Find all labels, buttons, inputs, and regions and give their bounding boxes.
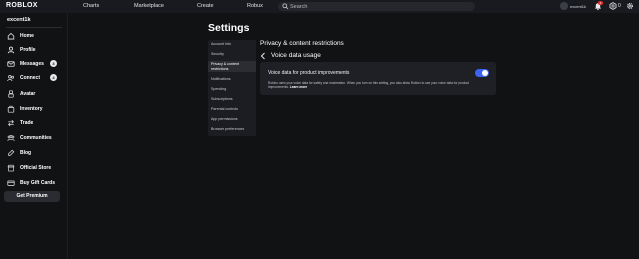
- get-premium-button[interactable]: Get Premium: [4, 191, 60, 202]
- gift-card-icon: [7, 180, 15, 186]
- voice-data-usage-title: Voice data usage: [271, 52, 321, 59]
- sidebar-item-connect[interactable]: Connect 4: [6, 72, 62, 84]
- sidebar-item-label: Inventory: [20, 106, 43, 112]
- sidebar-item-gift-cards[interactable]: Buy Gift Cards: [6, 177, 62, 189]
- settings-nav-notifications[interactable]: Notifications: [208, 77, 256, 82]
- settings-nav-parental-controls[interactable]: Parental controls: [208, 107, 256, 112]
- store-icon: [7, 164, 15, 172]
- home-icon: [7, 32, 15, 40]
- sidebar-item-label: Avatar: [20, 91, 36, 97]
- top-navigation-bar: ROBLOX Charts Marketplace Create Robux S…: [0, 0, 639, 13]
- blog-icon: [8, 149, 15, 156]
- settings-nav-account-info[interactable]: Account Info: [208, 42, 256, 47]
- nav-create[interactable]: Create: [197, 3, 214, 9]
- user-avatar-icon[interactable]: [560, 2, 568, 10]
- back-chevron-icon[interactable]: [260, 52, 266, 60]
- robux-icon[interactable]: [609, 2, 617, 10]
- sidebar-item-label: Trade: [20, 120, 34, 126]
- notification-badge: 4: [598, 1, 603, 5]
- trade-icon: [8, 119, 14, 127]
- profile-icon: [7, 46, 15, 54]
- voice-data-toggle[interactable]: [475, 69, 489, 77]
- section-title: Privacy & content restrictions: [260, 40, 344, 47]
- sidebar-divider: [6, 27, 62, 28]
- messages-icon: [7, 61, 15, 67]
- search-input[interactable]: Search: [278, 2, 475, 11]
- page-title: Settings: [208, 22, 250, 34]
- sidebar-item-label: Communities: [20, 135, 52, 141]
- sidebar-item-official-store[interactable]: Official Store: [6, 162, 62, 174]
- topbar-username[interactable]: excent1k: [570, 4, 586, 9]
- toggle-knob: [482, 70, 488, 76]
- sidebar-username[interactable]: excent1k: [7, 17, 31, 23]
- sidebar-item-profile[interactable]: Profile: [6, 44, 62, 56]
- voice-data-setting-panel: Voice data for product improvements Robl…: [260, 62, 496, 95]
- settings-nav-browser-preferences[interactable]: Browser preferences: [208, 127, 256, 132]
- messages-count-badge: 3: [50, 60, 57, 67]
- nav-marketplace[interactable]: Marketplace: [134, 3, 164, 9]
- sidebar-item-label: Home: [20, 33, 34, 39]
- gear-icon[interactable]: [626, 2, 634, 10]
- connect-icon: [7, 75, 14, 82]
- sidebar-item-home[interactable]: Home: [6, 30, 62, 42]
- connect-count-badge: 4: [50, 74, 57, 81]
- sidebar-item-blog[interactable]: Blog: [6, 147, 62, 159]
- inventory-icon: [7, 105, 15, 113]
- sidebar-item-messages[interactable]: Messages 3: [6, 58, 62, 70]
- settings-nav-spending[interactable]: Spending: [208, 87, 256, 92]
- sidebar-item-avatar[interactable]: Avatar: [6, 88, 62, 100]
- voice-data-description: Roblox uses your voice data for safety a…: [268, 81, 490, 89]
- settings-nav: Account Info Security Privacy & content …: [208, 40, 256, 136]
- learn-more-link[interactable]: Learn more: [290, 85, 307, 89]
- sidebar-item-inventory[interactable]: Inventory: [6, 103, 62, 115]
- settings-nav-security[interactable]: Security: [208, 52, 256, 57]
- settings-nav-app-permissions[interactable]: App permissions: [208, 117, 256, 122]
- sidebar-item-label: Messages: [20, 61, 44, 67]
- sidebar-item-label: Official Store: [20, 165, 52, 171]
- search-icon: [282, 3, 289, 10]
- sidebar-item-label: Blog: [20, 150, 32, 156]
- avatar-icon: [8, 90, 14, 98]
- nav-charts[interactable]: Charts: [83, 3, 99, 9]
- sidebar-item-label: Connect: [20, 75, 40, 81]
- sidebar-item-label: Profile: [20, 47, 36, 53]
- sidebar-item-label: Buy Gift Cards: [20, 180, 56, 186]
- sidebar-item-trade[interactable]: Trade: [6, 117, 62, 129]
- left-sidebar: excent1k Home Profile Messages 3 Connect…: [0, 13, 68, 259]
- settings-nav-subscriptions[interactable]: Subscriptions: [208, 97, 256, 102]
- robux-balance[interactable]: 0: [618, 3, 621, 9]
- settings-nav-privacy[interactable]: Privacy & content restrictions: [208, 61, 256, 73]
- communities-icon: [7, 134, 15, 141]
- sidebar-item-communities[interactable]: Communities: [6, 132, 62, 144]
- voice-data-setting-label: Voice data for product improvements: [268, 70, 350, 76]
- roblox-logo[interactable]: ROBLOX: [6, 2, 38, 9]
- search-placeholder: Search: [290, 3, 308, 10]
- nav-robux[interactable]: Robux: [247, 3, 263, 9]
